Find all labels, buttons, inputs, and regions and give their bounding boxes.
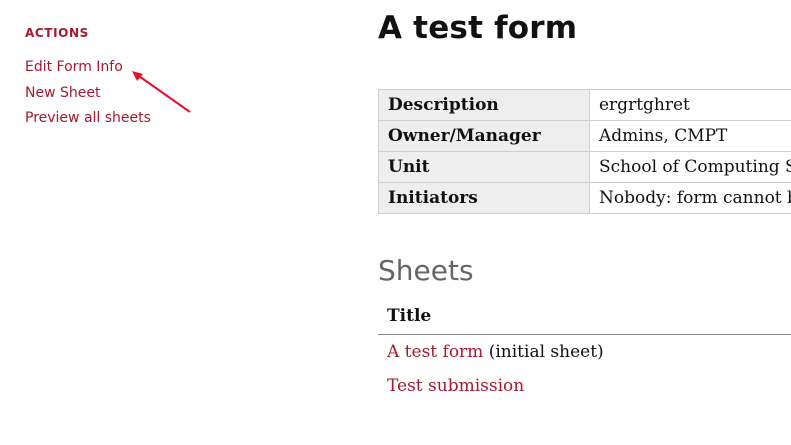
edit-form-info-link[interactable]: Edit Form Info <box>25 59 225 75</box>
table-row: Owner/Manager Admins, CMPT <box>378 120 791 152</box>
sheet-link-test-submission[interactable]: Test submission <box>387 376 524 396</box>
sheet-note: (initial sheet) <box>488 342 604 362</box>
table-row: Test submission <box>378 369 791 403</box>
annotation-arrow-icon <box>132 71 191 113</box>
sheets-heading: Sheets <box>378 254 474 287</box>
arrow-shaft <box>135 73 191 113</box>
table-row: Initiators Nobody: form cannot be filled… <box>378 182 791 214</box>
page-title: A test form <box>378 10 578 46</box>
info-key: Owner/Manager <box>378 120 590 152</box>
info-value: Admins, CMPT <box>589 120 791 152</box>
info-key: Initiators <box>378 182 590 214</box>
info-value: ergrtghret <box>589 89 791 121</box>
new-sheet-link[interactable]: New Sheet <box>25 85 225 101</box>
arrow-head <box>132 71 143 81</box>
info-key: Unit <box>378 151 590 183</box>
sheet-link-a-test-form[interactable]: A test form <box>387 342 483 362</box>
sheets-table: Title A test form (initial sheet) Test s… <box>378 302 791 403</box>
form-info-table: Description ergrtghret Owner/Manager Adm… <box>378 89 791 214</box>
table-row: Description ergrtghret <box>378 89 791 121</box>
preview-all-sheets-link[interactable]: Preview all sheets <box>25 110 225 126</box>
sidebar: ACTIONS Edit Form Info New Sheet Preview… <box>25 26 225 136</box>
table-row: Unit School of Computing Science <box>378 151 791 183</box>
info-key: Description <box>378 89 590 121</box>
actions-heading: ACTIONS <box>25 26 89 40</box>
sheets-column-header-title: Title <box>378 302 791 335</box>
info-value: Nobody: form cannot be filled out <box>589 182 791 214</box>
info-value: School of Computing Science <box>589 151 791 183</box>
table-row: A test form (initial sheet) <box>378 335 791 369</box>
